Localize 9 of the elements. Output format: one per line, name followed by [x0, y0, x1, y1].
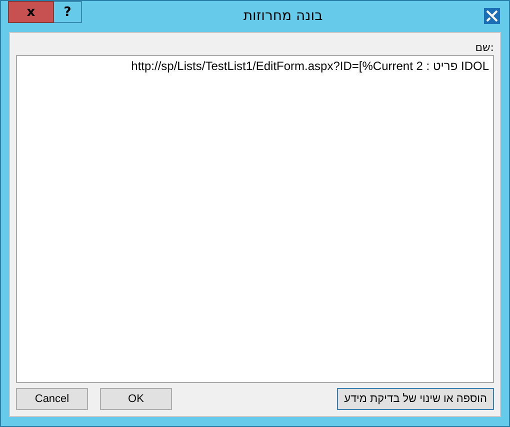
lookup-button[interactable]: הוספה או שינוי של בדיקת מידע [337, 388, 494, 410]
help-button[interactable]: ? [54, 1, 82, 23]
ok-button[interactable]: OK [100, 388, 172, 410]
close-button[interactable]: x [8, 1, 54, 23]
cancel-button[interactable]: Cancel [16, 388, 88, 410]
name-label: שם: [475, 41, 494, 54]
name-field[interactable]: http://sp/Lists/TestList1/EditForm.aspx?ID=[%Current פריט : 2 IDOL [16, 55, 494, 383]
tools-icon [484, 8, 500, 24]
window-title: בונה מחרוזות [243, 7, 323, 26]
